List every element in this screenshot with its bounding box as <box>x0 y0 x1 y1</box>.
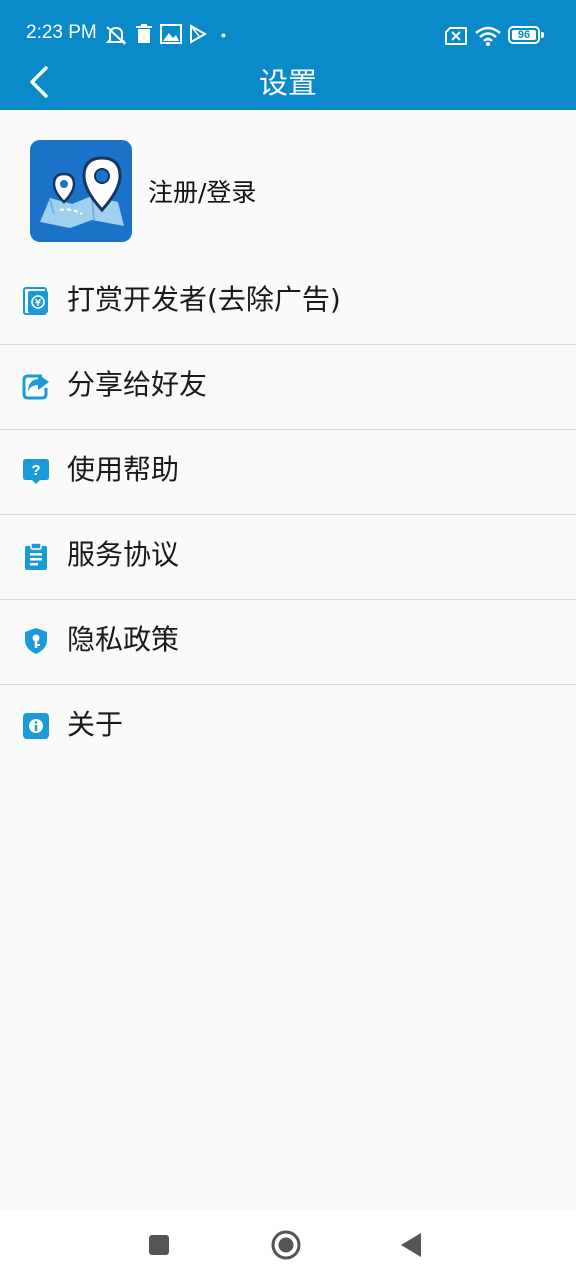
menu-item-service-agreement[interactable]: 服务协议 <box>0 515 576 600</box>
menu-item-label: 隐私政策 <box>67 623 180 656</box>
menu-item-privacy-policy[interactable]: 隐私政策 <box>0 600 576 685</box>
settings-menu: 打赏开发者(去除广告) 分享给好友 ? 使用帮助 服务协议 隐私政策 关于 <box>0 260 576 769</box>
system-nav-bar <box>0 1210 576 1280</box>
dot-icon <box>221 33 226 38</box>
svg-text:?: ? <box>31 462 40 479</box>
map-pin-logo-icon <box>30 140 132 242</box>
battery-level: 96 <box>517 29 531 41</box>
settings-content: 注册/登录 打赏开发者(去除广告) 分享给好友 ? 使用帮助 服务协议 隐私政策… <box>0 110 576 1210</box>
gallery-icon <box>160 24 182 44</box>
info-icon <box>23 713 49 739</box>
status-time: 2:23 PM <box>26 22 97 43</box>
recents-icon[interactable] <box>142 1228 176 1262</box>
help-icon: ? <box>23 459 49 484</box>
app-header: 设置 <box>0 56 576 110</box>
shield-key-icon <box>25 628 47 654</box>
play-store-icon <box>190 24 208 44</box>
clipboard-icon <box>25 542 47 570</box>
back-icon[interactable] <box>395 1228 429 1262</box>
login-register-row[interactable]: 注册/登录 <box>0 110 576 260</box>
menu-item-donate[interactable]: 打赏开发者(去除广告) <box>0 260 576 345</box>
login-register-label: 注册/登录 <box>148 178 257 207</box>
wifi-icon <box>475 26 501 46</box>
yuan-wallet-icon <box>23 287 48 315</box>
menu-item-label: 打赏开发者(去除广告) <box>67 283 341 316</box>
menu-item-label: 关于 <box>67 708 124 741</box>
menu-item-label: 服务协议 <box>67 538 180 571</box>
menu-item-share[interactable]: 分享给好友 <box>0 345 576 430</box>
menu-item-help[interactable]: ? 使用帮助 <box>0 430 576 515</box>
battery-icon: 96 <box>508 26 544 44</box>
home-icon[interactable] <box>269 1228 303 1262</box>
notifications-off-icon <box>105 26 127 45</box>
menu-item-label: 使用帮助 <box>67 453 180 486</box>
page-title: 设置 <box>258 66 317 100</box>
share-icon <box>22 374 49 400</box>
menu-item-about[interactable]: 关于 <box>0 685 576 769</box>
trash-icon <box>136 24 152 43</box>
status-bar: 2:23 PM 96 <box>0 0 576 56</box>
no-sim-icon <box>445 27 467 45</box>
menu-item-label: 分享给好友 <box>67 368 208 401</box>
